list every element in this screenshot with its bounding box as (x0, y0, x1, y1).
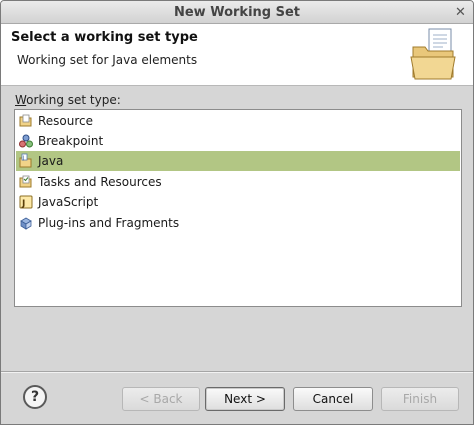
button-bar-separator (1, 371, 473, 373)
title-bar[interactable]: New Working Set ✕ (1, 1, 473, 24)
dialog-title: New Working Set (173, 5, 301, 20)
resource-icon (19, 114, 32, 127)
help-icon[interactable]: ? (23, 385, 47, 409)
working-set-type-list[interactable]: Resource Breakpoint J Java Tasks and Res… (14, 109, 462, 307)
list-item-plug-ins-and-fragments[interactable]: Plug-ins and Fragments (16, 213, 460, 233)
breakpoint-icon (19, 134, 33, 148)
list-item-java[interactable]: J Java (16, 151, 460, 171)
javascript-icon: J (19, 195, 33, 209)
working-set-type-label: Working set type: (15, 93, 121, 107)
svg-text:J: J (21, 199, 25, 209)
next-button[interactable]: Next > (205, 387, 285, 411)
list-item-resource[interactable]: Resource (16, 111, 460, 131)
list-item-javascript[interactable]: J JavaScript (16, 192, 460, 212)
plugin-icon (20, 217, 32, 230)
wizard-page-description: Working set for Java elements (17, 53, 198, 67)
folder-document-icon (410, 28, 456, 80)
svg-text:J: J (22, 156, 24, 162)
tasks-icon (19, 175, 32, 188)
cancel-button[interactable]: Cancel (293, 387, 373, 411)
list-item-tasks-and-resources[interactable]: Tasks and Resources (16, 172, 460, 192)
wizard-page-title: Select a working set type (11, 30, 198, 45)
finish-button[interactable]: Finish (381, 387, 459, 411)
back-button[interactable]: < Back (122, 387, 200, 411)
new-working-set-dialog: New Working Set ✕ Select a working set t… (0, 0, 474, 425)
java-icon: J (19, 153, 32, 168)
wizard-header: Select a working set type Working set fo… (1, 24, 473, 86)
close-icon[interactable]: ✕ (453, 5, 468, 20)
list-item-breakpoint[interactable]: Breakpoint (16, 131, 460, 151)
